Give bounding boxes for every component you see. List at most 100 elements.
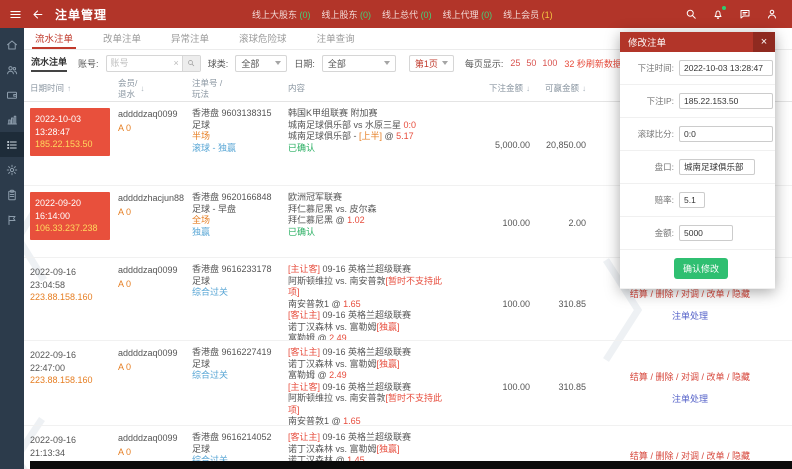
bet-ip[interactable]: 185.22.153.50 bbox=[35, 138, 105, 151]
user-button[interactable] bbox=[766, 8, 778, 20]
member-name[interactable]: addddzhacjun88 bbox=[118, 192, 192, 204]
modify-link[interactable]: 改单 bbox=[707, 289, 725, 299]
date-box: 2022-09-1622:47:00223.88.158.160 bbox=[30, 347, 110, 387]
swap-link[interactable]: 对调 bbox=[681, 372, 699, 382]
tab-1[interactable]: 改单注单 bbox=[100, 28, 144, 49]
refresh-countdown: 32 秒刷新数据 bbox=[564, 57, 622, 70]
delete-link[interactable]: 删除 bbox=[655, 372, 673, 382]
back-arrow-icon[interactable] bbox=[31, 8, 44, 21]
member-name[interactable]: addddzaq0099 bbox=[118, 264, 192, 276]
bet-ip[interactable]: 106.33.237.238 bbox=[35, 222, 105, 235]
content-line: 富勒姆 @ 2.49 bbox=[288, 333, 448, 341]
modal-field-input[interactable] bbox=[679, 192, 705, 208]
chart-icon bbox=[6, 114, 18, 126]
modal-field-input[interactable] bbox=[679, 159, 755, 175]
modify-link[interactable]: 改单 bbox=[707, 451, 725, 461]
content-line: 已确认 bbox=[288, 227, 448, 239]
sidebar-item-users[interactable] bbox=[0, 57, 24, 82]
bet-ip[interactable]: 223.88.158.160 bbox=[30, 374, 110, 387]
orders-icon bbox=[6, 139, 18, 151]
swap-link[interactable]: 对调 bbox=[681, 289, 699, 299]
sort-desc-icon: ↓ bbox=[582, 84, 586, 93]
modal-field-input[interactable] bbox=[679, 225, 733, 241]
column-header-bet[interactable]: 下注金额↓ bbox=[448, 83, 532, 93]
sidebar-item-orders[interactable] bbox=[0, 132, 24, 157]
chevron-down-icon bbox=[275, 61, 281, 65]
sort-asc-icon: ↑ bbox=[67, 84, 71, 93]
content-line: [客让主] 09-16 英格兰超级联赛 bbox=[288, 347, 448, 359]
content-line: 城南足球俱乐部 - [上半] @ 5.17 bbox=[288, 131, 448, 143]
page-select[interactable]: 第1页 bbox=[409, 55, 454, 72]
order-line: 半场 bbox=[192, 131, 288, 143]
per-page-option[interactable]: 25 bbox=[510, 58, 520, 68]
order-line: 香港盘 9616227419 bbox=[192, 347, 288, 359]
modal-field-input[interactable] bbox=[679, 93, 773, 109]
account-input-group: × bbox=[106, 55, 201, 72]
modal-field-input[interactable] bbox=[679, 126, 773, 142]
column-header-win[interactable]: 可赢金额↓ bbox=[532, 83, 588, 93]
online-count-link[interactable]: 线上会员 (1) bbox=[503, 8, 553, 21]
bell-button[interactable] bbox=[712, 8, 724, 20]
hide-link[interactable]: 隐藏 bbox=[732, 451, 750, 461]
sidebar-item-wallet[interactable] bbox=[0, 82, 24, 107]
hide-link[interactable]: 隐藏 bbox=[732, 372, 750, 382]
per-page-option[interactable]: 100 bbox=[542, 58, 557, 68]
online-count-link[interactable]: 线上大股东 (0) bbox=[252, 8, 311, 21]
breadcrumb: 流水注单 bbox=[31, 55, 67, 72]
modal-field-label: 滚球比分: bbox=[626, 128, 674, 140]
column-header-member[interactable]: 会员/ 退水↓ bbox=[118, 78, 192, 98]
link-count: (0) bbox=[421, 10, 432, 20]
tab-2[interactable]: 异常注单 bbox=[168, 28, 212, 49]
delete-link[interactable]: 删除 bbox=[655, 289, 673, 299]
modify-link[interactable]: 改单 bbox=[707, 372, 725, 382]
tab-4[interactable]: 注单查询 bbox=[314, 28, 358, 49]
order-process-link[interactable]: 注单处理 bbox=[672, 392, 708, 405]
order-line: 足球 - 早盘 bbox=[192, 204, 288, 216]
search-button[interactable] bbox=[685, 8, 697, 20]
sidebar-item-flag[interactable] bbox=[0, 207, 24, 232]
content-line: 阿斯顿维拉 vs. 南安普敦[暂时不支持此项] bbox=[288, 393, 448, 416]
sidebar-item-chart[interactable] bbox=[0, 107, 24, 132]
online-count-link[interactable]: 线上总代 (0) bbox=[382, 8, 432, 21]
link-text: 线上总代 bbox=[382, 10, 421, 20]
modal-field-input[interactable] bbox=[679, 60, 773, 76]
member-name[interactable]: addddzaq0099 bbox=[118, 108, 192, 120]
chat-button[interactable] bbox=[739, 8, 751, 20]
settle-link[interactable]: 结算 bbox=[630, 451, 648, 461]
member-name[interactable]: addddzaq0099 bbox=[118, 432, 192, 444]
per-page-option[interactable]: 50 bbox=[526, 58, 536, 68]
sidebar-item-home[interactable] bbox=[0, 32, 24, 57]
cell-order: 香港盘 9616227419足球综合过关 bbox=[192, 347, 288, 426]
settle-link[interactable]: 结算 bbox=[630, 289, 648, 299]
member-name[interactable]: addddzaq0099 bbox=[118, 347, 192, 359]
close-icon[interactable]: × bbox=[753, 32, 775, 52]
clear-icon[interactable]: × bbox=[171, 58, 182, 68]
tab-3[interactable]: 滚球危险球 bbox=[236, 28, 290, 49]
sidebar-item-clipboard[interactable] bbox=[0, 182, 24, 207]
tab-0[interactable]: 流水注单 bbox=[32, 28, 76, 49]
member-grade: A 0 bbox=[118, 362, 192, 372]
account-search-button[interactable] bbox=[182, 56, 200, 71]
order-process-link[interactable]: 注单处理 bbox=[672, 309, 708, 322]
bet-date: 2022-09-16 bbox=[30, 266, 110, 279]
hamburger-menu-icon[interactable] bbox=[9, 8, 22, 21]
confirm-modify-button[interactable]: 确认修改 bbox=[674, 258, 728, 279]
date-select[interactable]: 全部 bbox=[322, 55, 396, 72]
content-line: 韩国K甲组联赛 附加赛 bbox=[288, 108, 448, 120]
cell-bet-amount: 100.00 bbox=[448, 299, 532, 309]
notification-dot bbox=[722, 6, 726, 10]
delete-link[interactable]: 删除 bbox=[655, 451, 673, 461]
settle-link[interactable]: 结算 bbox=[630, 372, 648, 382]
topbar-icons bbox=[685, 8, 778, 20]
member-grade: A 0 bbox=[118, 279, 192, 289]
swap-link[interactable]: 对调 bbox=[681, 451, 699, 461]
hide-link[interactable]: 隐藏 bbox=[732, 289, 750, 299]
cell-datetime: 2022-09-1623:04:58223.88.158.160 bbox=[30, 264, 118, 341]
account-input[interactable] bbox=[107, 58, 171, 68]
online-count-link[interactable]: 线上股东 (0) bbox=[322, 8, 372, 21]
online-count-link[interactable]: 线上代理 (0) bbox=[443, 8, 493, 21]
column-header-datetime[interactable]: 日期时间↑ bbox=[30, 83, 118, 93]
sidebar-item-gear[interactable] bbox=[0, 157, 24, 182]
sport-select[interactable]: 全部 bbox=[235, 55, 287, 72]
bet-ip[interactable]: 223.88.158.160 bbox=[30, 291, 110, 304]
